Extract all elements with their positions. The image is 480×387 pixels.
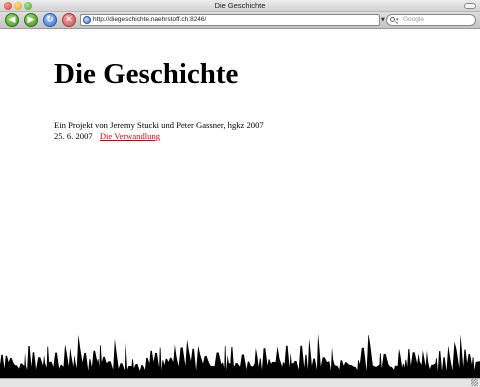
status-bar [0,378,480,387]
stop-button[interactable]: ✕ [62,13,76,27]
search-menu-icon[interactable]: ▾ [396,15,399,25]
site-favicon-icon [83,16,91,24]
crowd-silhouette-shape [0,335,480,379]
search-placeholder: Google [403,16,424,23]
search-input[interactable]: ▾ Google [386,14,476,26]
address-bar[interactable]: http://diegeschichte.naehrstoff.ch:8246/ [80,14,380,26]
reload-button[interactable]: ↻ [43,13,57,27]
window-title-bar: Die Geschichte [0,0,480,12]
address-url: http://diegeschichte.naehrstoff.ch:8246/ [93,16,207,23]
crowd-silhouette-image [0,335,480,379]
address-dropdown-icon[interactable]: ▼ [381,14,385,26]
back-button[interactable]: ◀ [5,13,19,27]
toolbar-toggle-button[interactable] [464,3,476,9]
project-credit: Ein Projekt von Jeremy Stucki und Peter … [54,120,264,130]
stop-icon: ✕ [65,14,73,25]
back-arrow-icon: ◀ [8,14,16,25]
resize-grip-icon[interactable] [471,379,478,386]
reload-icon: ↻ [46,14,54,25]
page-title: Die Geschichte [54,58,239,90]
story-entry: 25. 6. 2007 Die Verwandlung [54,131,160,141]
forward-arrow-icon: ▶ [27,14,35,25]
browser-toolbar: ◀ ▶ ↻ ✕ http://diegeschichte.naehrstoff.… [0,12,480,29]
story-link[interactable]: Die Verwandlung [100,131,160,141]
entry-date: 25. 6. 2007 [54,131,93,141]
window-title: Die Geschichte [214,1,266,10]
forward-button[interactable]: ▶ [24,13,38,27]
search-icon [390,17,395,22]
